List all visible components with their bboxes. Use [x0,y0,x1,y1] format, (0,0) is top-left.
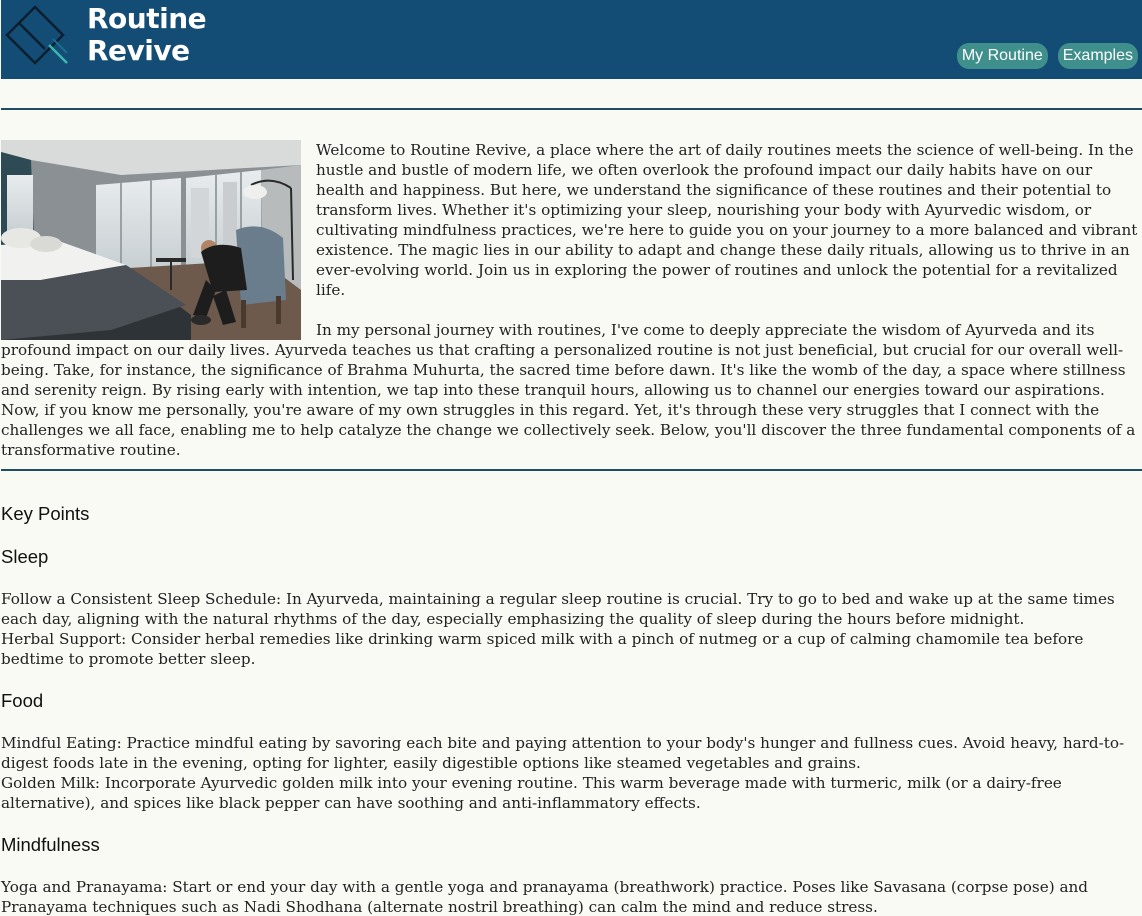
list-item: Follow a Consistent Sleep Schedule: In A… [1,590,1115,628]
site-title[interactable]: Routine Revive [87,2,207,67]
intro-paragraph-journey: In my personal journey with routines, I'… [1,321,1136,459]
sleep-list: Follow a Consistent Sleep Schedule: In A… [1,589,1140,669]
key-points-title: Key Points [1,503,90,524]
food-heading: Food [1,690,44,711]
food-list: Mindful Eating: Practice mindful eating … [1,733,1140,813]
site-title-line-1: Routine [87,2,207,35]
list-item: Herbal Support: Consider herbal remedies… [1,630,1084,668]
key-points-section: Key Points Sleep Follow a Consistent Sle… [0,503,1142,916]
top-divider [1,108,1142,110]
mindfulness-list: Yoga and Pranayama: Start or end your da… [1,877,1140,916]
site-title-line-2: Revive [87,34,190,67]
main-nav: My Routine Examples [956,43,1138,69]
list-item: Mindful Eating: Practice mindful eating … [1,734,1125,772]
section-divider [1,469,1142,471]
list-item: Yoga and Pranayama: Start or end your da… [1,878,1089,916]
diamond-logo-icon[interactable] [5,5,69,69]
site-header: Routine Revive My Routine Examples [1,0,1142,79]
list-item: Golden Milk: Incorporate Ayurvedic golde… [1,774,1062,812]
bedroom-photo [1,140,301,340]
nav-examples-button[interactable]: Examples [1057,43,1138,69]
intro-section: Welcome to Routine Revive, a place where… [0,140,1142,459]
mindfulness-heading: Mindfulness [1,834,100,855]
nav-my-routine-button[interactable]: My Routine [956,43,1048,69]
sleep-heading: Sleep [1,546,49,567]
